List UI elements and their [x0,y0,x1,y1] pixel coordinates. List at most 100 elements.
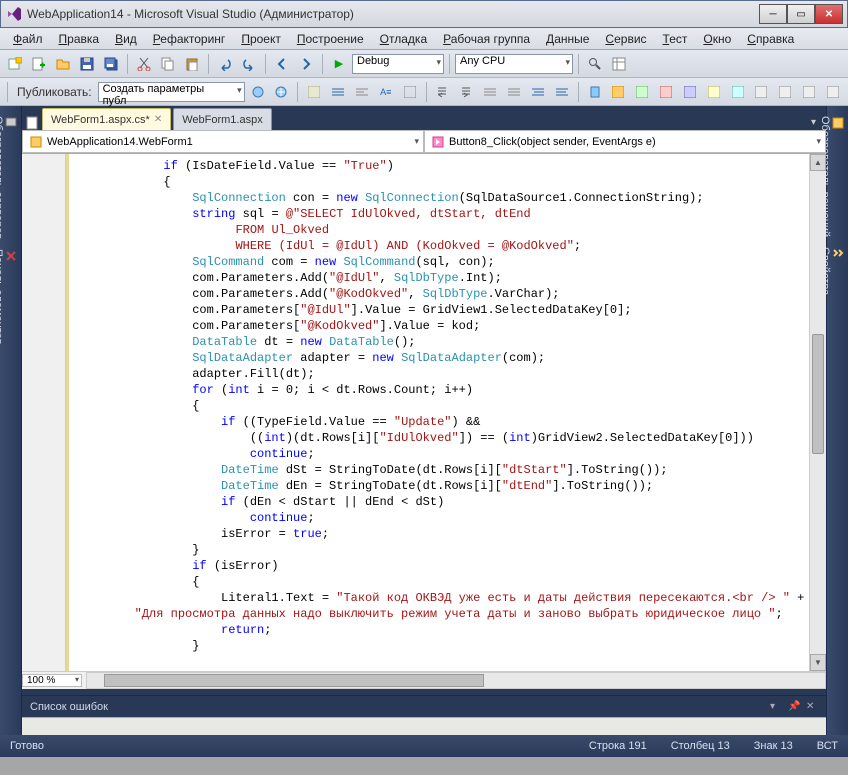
text-btn-1[interactable] [303,81,325,103]
fmt-btn[interactable] [527,81,549,103]
misc-btn-9[interactable] [798,81,820,103]
publish-btn-1[interactable] [247,81,269,103]
method-icon [431,135,445,149]
panel-dropdown-icon[interactable]: ▾ [770,701,782,712]
server-explorer-tab[interactable]: Обозреватель серверов [2,112,19,243]
left-side-panel: Обозреватель серверов Панель элементов [0,106,22,735]
minimize-button[interactable]: ─ [759,4,787,24]
code-editor[interactable]: if (IsDateField.Value == "True") { SqlCo… [22,154,826,671]
text-btn-2[interactable] [327,81,349,103]
publish-btn-2[interactable] [270,81,292,103]
save-all-button[interactable] [100,53,122,75]
comment-button[interactable] [479,81,501,103]
cut-button[interactable] [133,53,155,75]
vs-logo-icon [7,6,23,22]
panel-close-icon[interactable]: ✕ [806,701,818,712]
publish-target-combo[interactable]: Создать параметры публ [98,82,245,102]
nav-fwd-button[interactable] [295,53,317,75]
nav-bar: WebApplication14.WebForm1 Button8_Click(… [22,130,826,154]
text-btn-4[interactable]: A≡ [375,81,397,103]
copy-button[interactable] [157,53,179,75]
menu-построение[interactable]: Построение [290,30,371,48]
toolbox-tab[interactable]: Панель элементов [2,245,19,349]
scroll-thumb[interactable] [812,334,824,454]
platform-combo[interactable]: Any CPU [455,54,573,74]
class-nav-combo[interactable]: WebApplication14.WebForm1 [22,130,424,153]
zoom-row: 100 % [22,671,826,689]
open-button[interactable] [52,53,74,75]
maximize-button[interactable]: ▭ [787,4,815,24]
misc-btn-1[interactable] [607,81,629,103]
undo-button[interactable] [214,53,236,75]
menu-рефакторинг[interactable]: Рефакторинг [146,30,233,48]
status-line: Строка 191 [589,740,647,752]
config-combo[interactable]: Debug [352,54,444,74]
class-icon [29,135,43,149]
status-ins: ВСТ [817,740,838,752]
doc-icon [26,116,40,130]
menubar: ФайлПравкаВидРефакторингПроектПостроение… [0,28,848,50]
misc-btn-3[interactable] [655,81,677,103]
status-char: Знак 13 [754,740,793,752]
menu-вид[interactable]: Вид [108,30,144,48]
menu-правка[interactable]: Правка [52,30,107,48]
solution-explorer-tab[interactable]: Обозреватель решений [829,112,846,241]
bookmark-btn[interactable] [584,81,606,103]
misc-btn-2[interactable] [631,81,653,103]
menu-отладка[interactable]: Отладка [373,30,434,48]
member-nav-combo[interactable]: Button8_Click(object sender, EventArgs e… [424,130,826,153]
scroll-up-arrow[interactable]: ▲ [810,154,826,171]
toolbar-standard: ▶ Debug Any CPU [0,50,848,78]
menu-справка[interactable]: Справка [740,30,801,48]
misc-btn-5[interactable] [703,81,725,103]
start-debug-button[interactable]: ▶ [328,53,350,75]
indent-inc-button[interactable] [455,81,477,103]
toolbar-publish: Публиковать: Создать параметры публ A≡ [0,78,848,106]
text-btn-5[interactable] [399,81,421,103]
status-col: Столбец 13 [671,740,730,752]
scroll-down-arrow[interactable]: ▼ [810,654,826,671]
doc-tab[interactable]: WebForm1.aspx [173,108,272,130]
menu-сервис[interactable]: Сервис [598,30,653,48]
text-btn-3[interactable] [351,81,373,103]
zoom-combo[interactable]: 100 % [22,674,82,687]
close-button[interactable]: ✕ [815,4,843,24]
indent-dec-button[interactable] [432,81,454,103]
uncomment-button[interactable] [503,81,525,103]
save-button[interactable] [76,53,98,75]
menu-проект[interactable]: Проект [234,30,288,48]
new-project-button[interactable] [4,53,26,75]
vertical-scrollbar[interactable]: ▲ ▼ [809,154,826,671]
menu-файл[interactable]: Файл [6,30,50,48]
error-list-panel[interactable]: Список ошибок ▾ 📌 ✕ [22,695,826,717]
paste-button[interactable] [181,53,203,75]
redo-button[interactable] [238,53,260,75]
properties-tab[interactable]: Свойства [829,243,846,299]
menu-тест[interactable]: Тест [656,30,695,48]
hscroll-thumb[interactable] [104,674,484,687]
misc-btn-10[interactable] [822,81,844,103]
gutter [22,154,66,671]
code-text[interactable]: if (IsDateField.Value == "True") { SqlCo… [69,154,809,671]
properties-button[interactable] [608,53,630,75]
fmt-btn-2[interactable] [551,81,573,103]
titlebar: WebApplication14 - Microsoft Visual Stud… [0,0,848,28]
misc-btn-4[interactable] [679,81,701,103]
error-list-title: Список ошибок [30,701,764,713]
menu-рабочая группа[interactable]: Рабочая группа [436,30,537,48]
misc-btn-6[interactable] [727,81,749,103]
menu-данные[interactable]: Данные [539,30,596,48]
menu-окно[interactable]: Окно [696,30,738,48]
panel-pin-icon[interactable]: 📌 [788,701,800,712]
doc-tab[interactable]: WebForm1.aspx.cs*✕ [42,108,171,130]
close-tab-icon[interactable]: ✕ [154,114,162,125]
nav-back-button[interactable] [271,53,293,75]
statusbar: Готово Строка 191 Столбец 13 Знак 13 ВСТ [0,735,848,757]
document-tabs: WebForm1.aspx.cs*✕WebForm1.aspx ▾ [22,106,826,130]
right-side-panel: Обозреватель решений Свойства [826,106,848,735]
horizontal-scrollbar[interactable] [86,672,826,689]
misc-btn-8[interactable] [774,81,796,103]
misc-btn-7[interactable] [751,81,773,103]
add-item-button[interactable] [28,53,50,75]
find-button[interactable] [584,53,606,75]
